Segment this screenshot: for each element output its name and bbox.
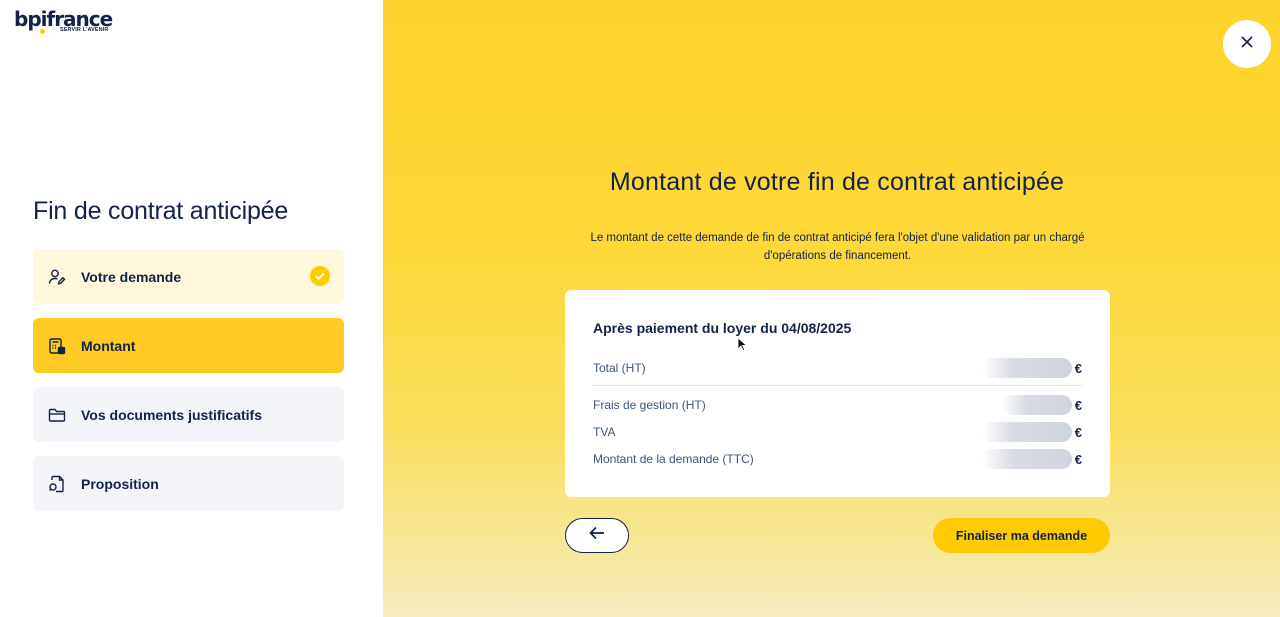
calculator-icon [48, 337, 66, 355]
row-value: € [981, 358, 1082, 378]
amount-row-frais-gestion: Frais de gestion (HT) € [593, 395, 1082, 415]
redacted-value [981, 449, 1072, 469]
row-label: Frais de gestion (HT) [593, 398, 706, 412]
row-value: € [981, 449, 1082, 469]
step-label: Montant [81, 337, 136, 354]
redacted-value [981, 422, 1072, 442]
redacted-value [1001, 395, 1072, 415]
step-label: Vos documents justificatifs [81, 406, 262, 423]
document-search-icon [48, 475, 66, 493]
amount-row-total-ht: Total (HT) € [593, 358, 1082, 378]
step-label: Proposition [81, 475, 159, 492]
step-montant[interactable]: Montant [33, 318, 344, 373]
card-title: Après paiement du loyer du 04/08/2025 [593, 320, 852, 336]
steps-list: Votre demande Montant Vos documents just… [33, 249, 344, 525]
row-value: € [981, 422, 1082, 442]
row-label: Montant de la demande (TTC) [593, 452, 754, 466]
arrow-left-icon [589, 526, 605, 545]
folder-icon [48, 406, 66, 424]
page-description: Le montant de cette demande de fin de co… [590, 232, 1085, 262]
sidebar: bpifrance SERVIR L'AVENIR Fin de contrat… [0, 0, 383, 617]
sidebar-title: Fin de contrat anticipée [33, 197, 289, 225]
step-proposition[interactable]: Proposition [33, 456, 344, 511]
step-documents[interactable]: Vos documents justificatifs [33, 387, 344, 442]
currency-symbol: € [1074, 360, 1082, 376]
divider [593, 385, 1082, 386]
logo-tagline: SERVIR L'AVENIR [60, 27, 109, 33]
currency-symbol: € [1074, 424, 1082, 440]
row-label: Total (HT) [593, 361, 646, 375]
check-icon [310, 266, 330, 286]
mouse-cursor-icon [737, 337, 748, 357]
step-votre-demande[interactable]: Votre demande [33, 249, 344, 304]
row-value: € [1001, 395, 1082, 415]
close-icon [1240, 35, 1254, 54]
step-label: Votre demande [81, 268, 182, 285]
currency-symbol: € [1074, 451, 1082, 467]
currency-symbol: € [1074, 397, 1082, 413]
user-edit-icon [48, 268, 66, 286]
finalize-request-button[interactable]: Finaliser ma demande [933, 518, 1110, 553]
logo-dot [40, 29, 45, 34]
close-button[interactable] [1223, 20, 1271, 68]
bpifrance-logo[interactable]: bpifrance SERVIR L'AVENIR [14, 8, 113, 34]
page-title: Montant de votre fin de contrat anticipé… [609, 168, 1065, 196]
amount-card: Après paiement du loyer du 04/08/2025 To… [565, 290, 1110, 497]
amount-row-montant-ttc: Montant de la demande (TTC) € [593, 449, 1082, 469]
amount-row-tva: TVA € [593, 422, 1082, 442]
app-window: bpifrance SERVIR L'AVENIR Fin de contrat… [0, 0, 1280, 617]
redacted-value [981, 358, 1072, 378]
row-label: TVA [593, 425, 616, 439]
back-button[interactable] [565, 518, 629, 553]
main-panel: Montant de votre fin de contrat anticipé… [383, 0, 1280, 617]
